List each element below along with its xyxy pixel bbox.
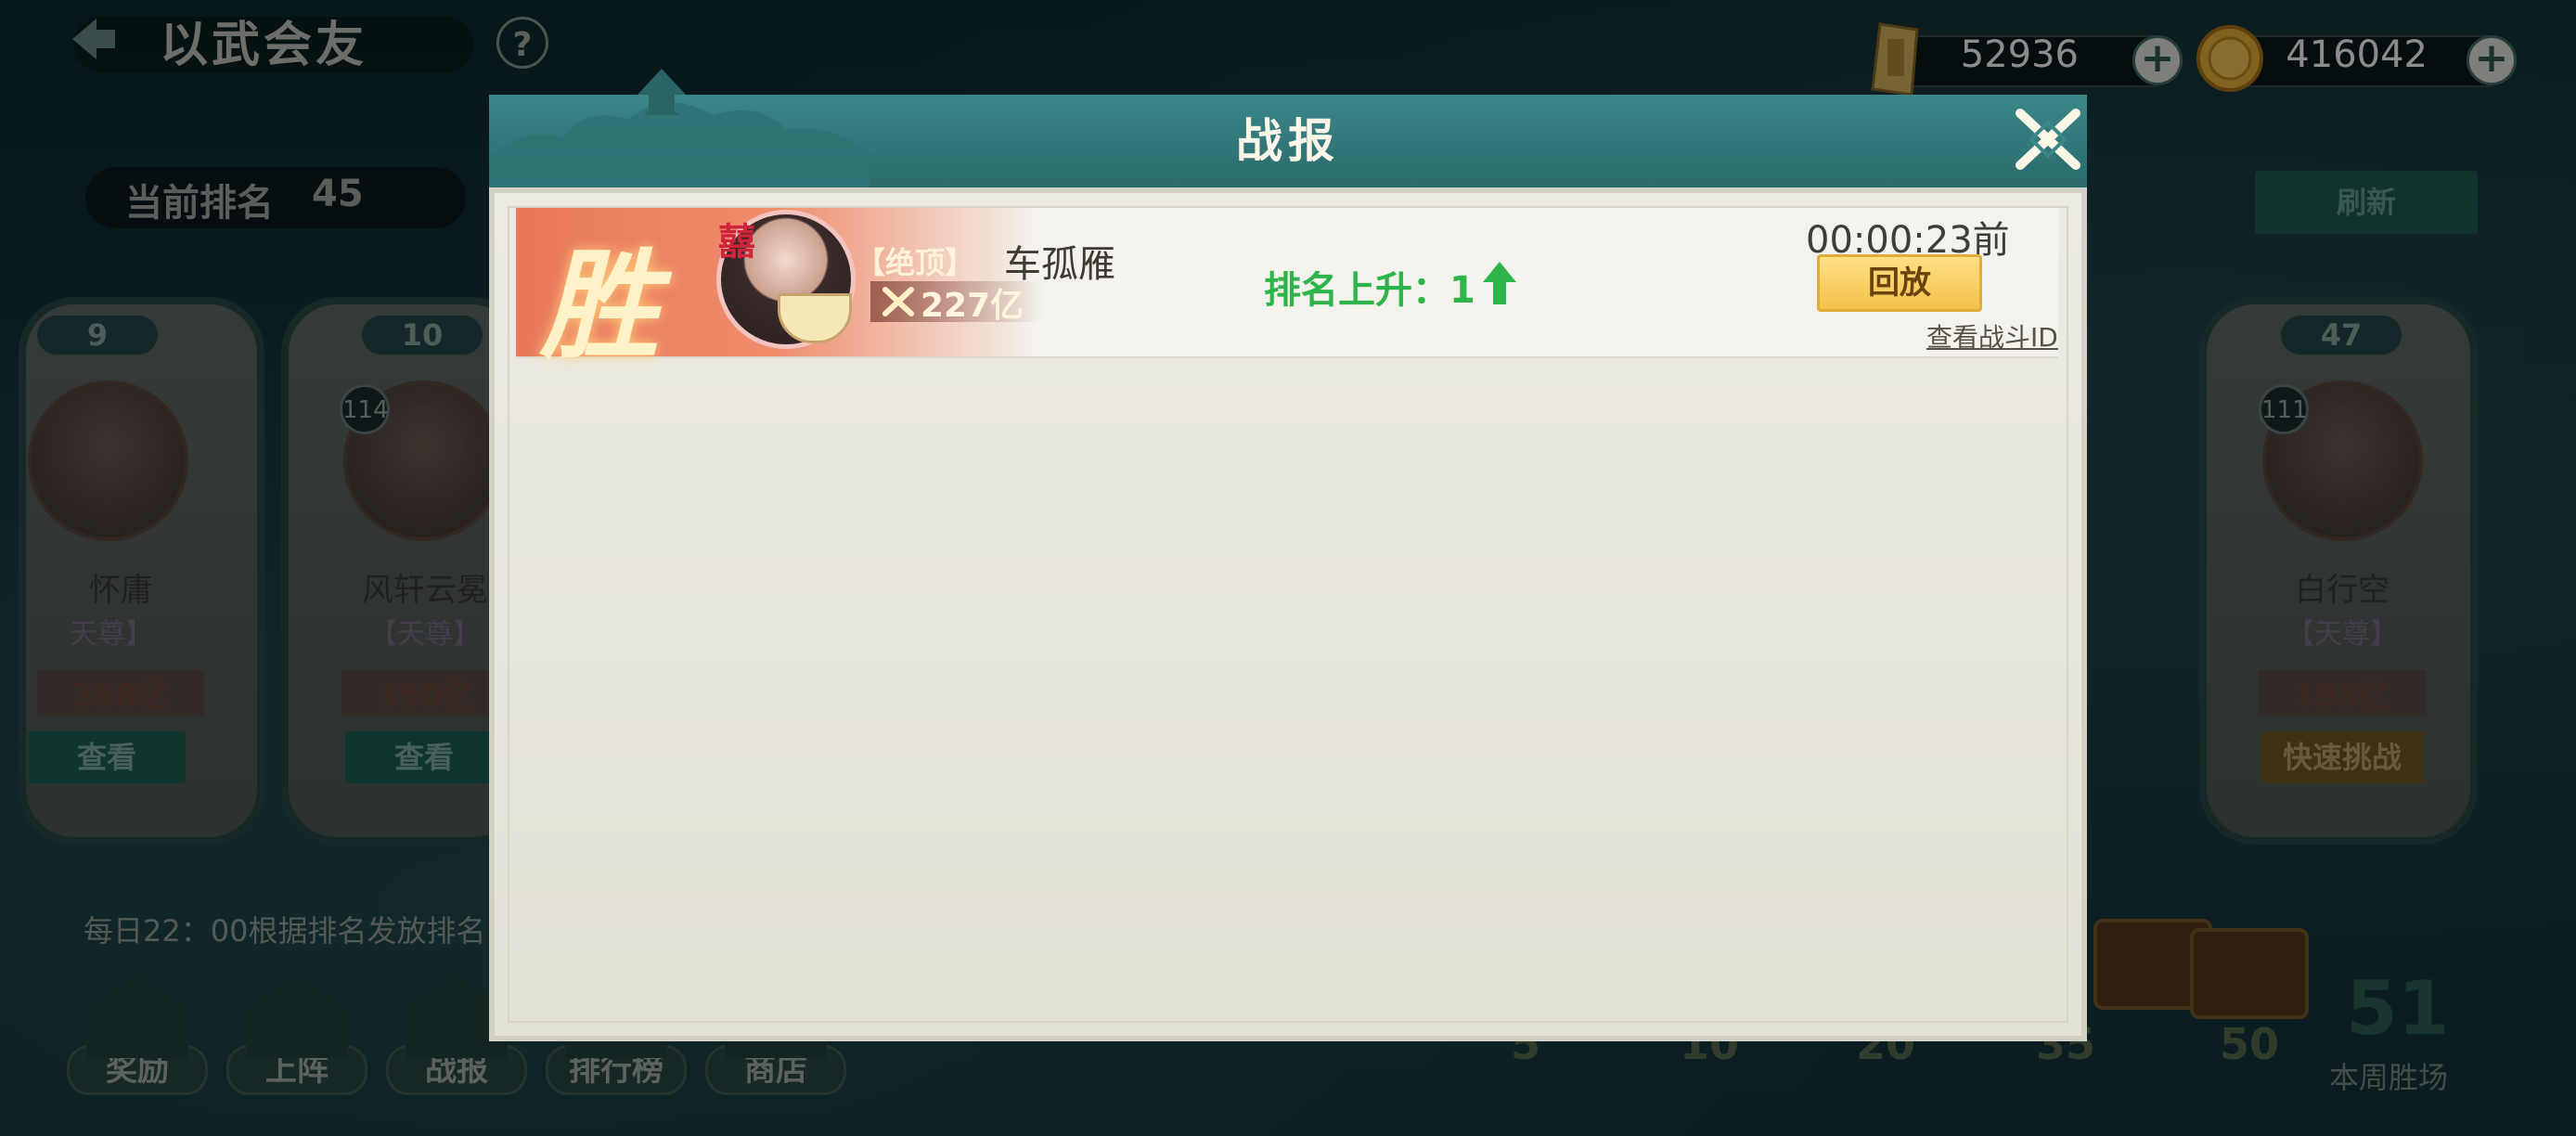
opponent-name: 车孤雁 — [1004, 243, 1115, 286]
replay-button[interactable]: 回放 — [1817, 254, 1982, 312]
double-happiness-badge: 囍 — [718, 221, 755, 264]
rank-change-text: 排名上升：1 — [1264, 269, 1475, 312]
dialog-title: 战报 — [1236, 114, 1340, 168]
up-arrow-icon — [1483, 262, 1516, 304]
opponent-rank-title: 【绝顶】 — [856, 245, 975, 280]
close-icon[interactable] — [2011, 102, 2085, 176]
crossed-swords-icon — [882, 287, 914, 316]
view-battle-id-link[interactable]: 查看战斗ID — [1926, 317, 2058, 355]
result-label: 胜 — [540, 237, 660, 376]
